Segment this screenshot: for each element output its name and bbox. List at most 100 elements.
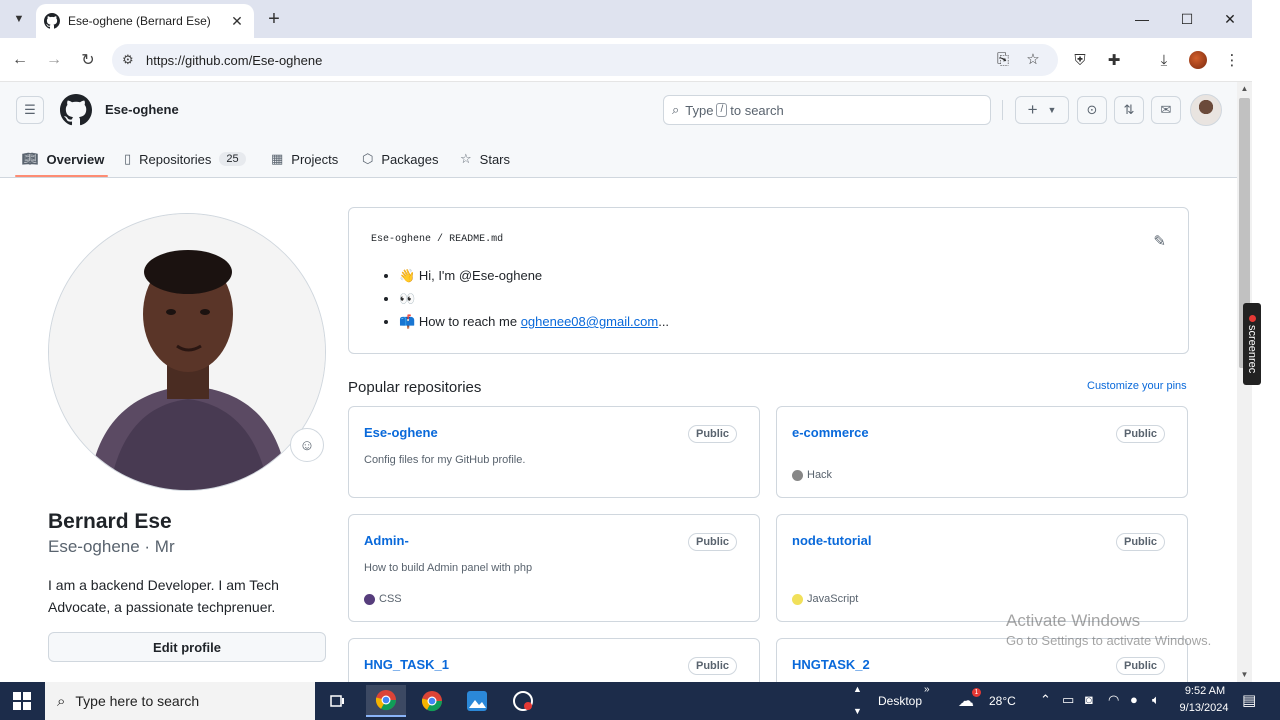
new-tab-button[interactable]: + [262, 7, 286, 31]
star-icon: ☆ [460, 151, 472, 166]
maximize-icon[interactable]: ☐ [1165, 0, 1209, 38]
github-favicon-icon [44, 13, 60, 29]
profile-avatar-large[interactable] [48, 213, 326, 491]
plus-icon: + [1027, 100, 1038, 119]
visibility-badge: Public [687, 533, 737, 551]
list-item: 👋 Hi, I'm @Ese-oghene [399, 266, 669, 289]
customize-pins-link[interactable]: Customize your pins [1087, 380, 1187, 392]
repo-card: e-commerce Public Hack [776, 406, 1188, 498]
volume-icon[interactable]: 🔈︎ [1152, 692, 1160, 708]
set-status-smiley-icon[interactable]: ☺ [290, 428, 324, 462]
wifi-icon[interactable]: ◠ [1108, 692, 1119, 708]
readme-owner-link[interactable]: Ese-oghene [371, 234, 431, 245]
edit-profile-button[interactable]: Edit profile [48, 632, 326, 662]
repo-description: How to build Admin panel with php [364, 562, 533, 574]
url-text: https://github.com/Ese-oghene [146, 52, 323, 68]
record-dot-icon [1248, 314, 1256, 322]
user-avatar-menu[interactable] [1190, 94, 1222, 126]
scroll-down-icon[interactable]: ▼ [1237, 668, 1252, 682]
scroll-up-icon[interactable]: ▲ [1237, 82, 1252, 96]
action-center-icon[interactable]: ▤ [1242, 691, 1256, 709]
book-icon: 📖︎ [22, 151, 39, 166]
profile-readme-card: Ese-oghene / README.md ✎ 👋 Hi, I'm @Ese-… [348, 207, 1189, 354]
weather-temperature[interactable]: 28°C [989, 694, 1016, 708]
edit-readme-pencil-icon[interactable]: ✎ [1153, 232, 1166, 250]
close-window-icon[interactable]: ✕ [1208, 0, 1252, 38]
issues-icon[interactable]: ⊙ [1077, 96, 1107, 124]
tab-packages[interactable]: ⬡ Packages [362, 140, 438, 178]
windows-start-icon[interactable] [0, 682, 44, 720]
address-bar[interactable]: ⚙ https://github.com/Ese-oghene [112, 44, 1058, 76]
header-divider [1002, 100, 1003, 120]
waving-hand-icon: 👋 [399, 268, 416, 283]
readme-file-link[interactable]: README.md [449, 234, 503, 245]
screenrec-widget[interactable]: screenrec [1243, 303, 1261, 385]
extension-shield-icon[interactable]: ⛨ [1066, 46, 1094, 74]
repo-language: CSS [364, 593, 402, 605]
task-view-icon[interactable] [318, 685, 358, 717]
inbox-icon[interactable]: ✉ [1151, 96, 1181, 124]
back-icon[interactable]: ← [6, 46, 34, 74]
tab-search-chevron-icon[interactable]: ▼ [8, 8, 30, 30]
install-app-icon[interactable]: ⎘ [990, 46, 1016, 72]
forward-icon[interactable]: → [40, 46, 68, 74]
search-input[interactable]: ⌕ Type / to search [663, 95, 991, 125]
repo-name-link[interactable]: Ese-oghene [364, 425, 438, 440]
search-prefix: Type [685, 102, 714, 118]
pull-requests-icon[interactable]: ⇅ [1114, 96, 1144, 124]
activate-windows-watermark: Activate Windows Go to Settings to activ… [1006, 611, 1212, 648]
scroll-down-chevron-icon[interactable]: ▼ [853, 706, 862, 716]
mailbox-icon: 📫 [399, 314, 416, 329]
downloads-icon[interactable]: ⤓ [1150, 46, 1178, 74]
header-username-link[interactable]: Ese-oghene [105, 102, 179, 117]
readme-list: 👋 Hi, I'm @Ese-oghene 👀 📫 How to reach m… [399, 266, 669, 335]
popular-repositories-heading: Popular repositories [348, 379, 482, 396]
microphone-icon[interactable]: ● [1130, 692, 1138, 707]
language-color-dot [364, 593, 375, 605]
tab-repositories[interactable]: ▯ Repositories 25 [124, 140, 246, 178]
expand-toolbar-icon[interactable]: » [924, 684, 930, 695]
repo-name-link[interactable]: HNG_TASK_1 [364, 657, 449, 672]
tab-close-icon[interactable]: ✕ [228, 13, 246, 30]
profile-login: Ese-oghene · Mr [48, 537, 175, 556]
screen-recorder-app-icon[interactable] [503, 685, 543, 717]
tab-overview[interactable]: 📖︎ Overview [22, 140, 104, 178]
repo-icon: ▯ [124, 151, 132, 166]
photos-app-icon[interactable] [457, 685, 497, 717]
browser-tab[interactable]: Ese-oghene (Bernard Ese) ✕ [36, 4, 254, 38]
clock-time[interactable]: 9:52 AM [1180, 685, 1230, 697]
notification-badge: 1 [972, 688, 981, 697]
hamburger-menu-icon[interactable]: ☰ [16, 96, 44, 124]
chrome-profile-taskbar-icon[interactable] [412, 685, 452, 717]
bookmark-star-icon[interactable]: ☆ [1020, 46, 1046, 72]
github-logo-icon[interactable] [60, 94, 92, 126]
minimize-icon[interactable]: — [1120, 0, 1164, 38]
profile-bio: I am a backend Developer. I am Tech Advo… [48, 577, 279, 615]
profile-avatar[interactable] [1184, 46, 1212, 74]
tab-projects[interactable]: ▦ Projects [271, 140, 338, 178]
list-item: 👀 [399, 289, 669, 312]
repo-name-link[interactable]: Admin- [364, 533, 409, 548]
desktop-toolbar-label[interactable]: Desktop [878, 694, 922, 708]
scroll-up-chevron-icon[interactable]: ▲ [853, 684, 862, 694]
meet-now-icon[interactable]: ◙ [1085, 692, 1093, 707]
chrome-taskbar-icon[interactable] [366, 685, 406, 717]
clock-date[interactable]: 9/13/2024 [1174, 702, 1234, 714]
menu-kebab-icon[interactable]: ⋮ [1218, 46, 1246, 74]
create-new-button[interactable]: + ▼ [1015, 96, 1069, 124]
email-link[interactable]: oghenee08@gmail.com [521, 314, 659, 329]
search-icon: ⌕ [57, 692, 66, 710]
site-info-icon[interactable]: ⚙ [122, 52, 142, 68]
taskbar-search-input[interactable]: ⌕ Type here to search [45, 682, 315, 720]
tab-stars[interactable]: ☆ Stars [460, 140, 510, 178]
show-hidden-icons-chevron-icon[interactable]: ⌃ [1040, 692, 1051, 708]
repo-card: Admin- Public How to build Admin panel w… [348, 514, 760, 622]
reload-icon[interactable]: ↻ [74, 46, 102, 74]
battery-icon[interactable]: ▭ [1062, 692, 1074, 708]
table-icon: ▦ [271, 151, 284, 166]
extensions-puzzle-icon[interactable]: ✚ [1100, 46, 1128, 74]
repo-name-link[interactable]: node-tutorial [792, 533, 871, 548]
repo-name-link[interactable]: HNGTASK_2 [792, 657, 870, 672]
visibility-badge: Public [687, 425, 737, 443]
repo-name-link[interactable]: e-commerce [792, 425, 869, 440]
